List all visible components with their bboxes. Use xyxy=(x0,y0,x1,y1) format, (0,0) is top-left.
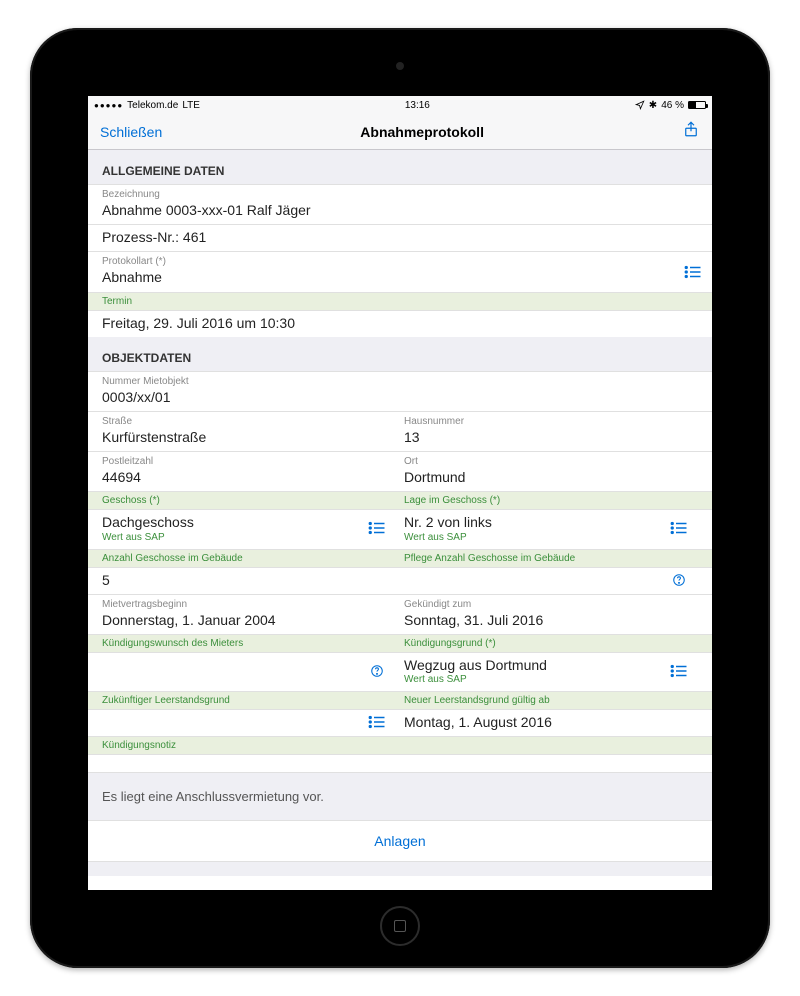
gekuendigt-value: Sonntag, 31. Juli 2016 xyxy=(404,611,698,629)
hausnr-label: Hausnummer xyxy=(404,415,698,428)
mvbeginn-value: Donnerstag, 1. Januar 2004 xyxy=(102,611,396,629)
mvbeginn-label: Mietvertragsbeginn xyxy=(102,598,396,611)
section-header-objekt: OBJEKTDATEN xyxy=(88,337,712,371)
strasse-value: Kurfürstenstraße xyxy=(102,428,396,446)
home-square-icon xyxy=(394,920,406,932)
network-label: LTE xyxy=(182,100,200,111)
row-prozess: Prozess-Nr.: 461 xyxy=(88,224,712,251)
battery-icon xyxy=(688,101,706,109)
row-anzahl-pflege[interactable]: 5 xyxy=(88,567,712,594)
prozess-value: Prozess-Nr.: 461 xyxy=(102,228,698,246)
status-bar: ●●●●● Telekom.de LTE 13:16 ✱ 46 % xyxy=(88,96,712,114)
hausnr-value: 13 xyxy=(404,428,698,446)
termin-label: Termin xyxy=(102,295,698,308)
row-mvbeginn-gekuendigt: Mietvertragsbeginn Donnerstag, 1. Januar… xyxy=(88,594,712,634)
row-geschoss-lage[interactable]: Dachgeschoss Wert aus SAP Nr. 2 von link… xyxy=(88,509,712,548)
kgrund-label: Kündigungsgrund (*) xyxy=(404,637,698,650)
location-icon xyxy=(635,100,645,110)
kgrund-value: Wegzug aus Dortmund xyxy=(404,656,698,674)
battery-pct: 46 % xyxy=(661,100,684,111)
nleer-value: Montag, 1. August 2016 xyxy=(404,713,698,731)
carrier-label: Telekom.de xyxy=(127,100,178,111)
hint-row: Es liegt eine Anschlussvermietung vor. xyxy=(88,772,712,821)
home-button[interactable] xyxy=(380,906,420,946)
geschoss-sub: Wert aus SAP xyxy=(102,532,396,544)
row-geschoss-lage-label: Geschoss (*) Lage im Geschoss (*) xyxy=(88,491,712,509)
row-termin[interactable]: Freitag, 29. Juli 2016 um 10:30 xyxy=(88,310,712,337)
section-header-general: ALLGEMEINE DATEN xyxy=(88,150,712,184)
ipad-frame: ●●●●● Telekom.de LTE 13:16 ✱ 46 % Schlie… xyxy=(30,28,770,968)
termin-value: Freitag, 29. Juli 2016 um 10:30 xyxy=(102,314,698,332)
geschoss-value: Dachgeschoss xyxy=(102,513,396,531)
help-icon[interactable] xyxy=(670,573,688,587)
geschoss-label: Geschoss (*) xyxy=(102,494,396,507)
anzahl-label: Anzahl Geschosse im Gebäude xyxy=(102,552,396,565)
protokollart-label: Protokollart (*) xyxy=(102,255,698,268)
row-knotiz[interactable] xyxy=(88,754,712,772)
lage-sub: Wert aus SAP xyxy=(404,532,698,544)
list-icon[interactable] xyxy=(670,521,688,535)
kwunsch-label: Kündigungswunsch des Mieters xyxy=(102,637,396,650)
page-title: Abnahmeprotokoll xyxy=(360,124,484,140)
close-button[interactable]: Schließen xyxy=(100,124,162,140)
row-plz-ort: Postleitzahl 44694 Ort Dortmund xyxy=(88,451,712,491)
list-icon[interactable] xyxy=(670,664,688,678)
row-nummer: Nummer Mietobjekt 0003/xx/01 xyxy=(88,371,712,411)
gekuendigt-label: Gekündigt zum xyxy=(404,598,698,611)
list-icon[interactable] xyxy=(368,715,386,729)
knotiz-label: Kündigungsnotiz xyxy=(102,739,698,752)
plz-value: 44694 xyxy=(102,468,396,486)
row-protokollart[interactable]: Protokollart (*) Abnahme xyxy=(88,251,712,291)
row-knotiz-label: Kündigungsnotiz xyxy=(88,736,712,754)
bezeichnung-value: Abnahme 0003-xxx-01 Ralf Jäger xyxy=(102,201,698,219)
row-zleer-nleer-label: Zukünftiger Leerstandsgrund Neuer Leerst… xyxy=(88,691,712,709)
bluetooth-icon: ✱ xyxy=(649,100,657,111)
bezeichnung-label: Bezeichnung xyxy=(102,188,698,201)
anzahl-value: 5 xyxy=(102,571,396,589)
screen: ●●●●● Telekom.de LTE 13:16 ✱ 46 % Schlie… xyxy=(88,96,712,890)
share-button[interactable] xyxy=(682,120,700,143)
share-icon xyxy=(682,120,700,138)
lage-label: Lage im Geschoss (*) xyxy=(404,494,698,507)
row-termin-label: Termin xyxy=(88,292,712,310)
list-icon[interactable] xyxy=(368,521,386,535)
lage-value: Nr. 2 von links xyxy=(404,513,698,531)
nummer-value: 0003/xx/01 xyxy=(102,388,698,406)
row-strasse-hausnr: Straße Kurfürstenstraße Hausnummer 13 xyxy=(88,411,712,451)
infoblatt-button[interactable]: Infoblatt xyxy=(88,876,712,890)
row-kwunsch-kgrund-label: Kündigungswunsch des Mieters Kündigungsg… xyxy=(88,634,712,652)
camera-icon xyxy=(396,62,404,70)
ort-value: Dortmund xyxy=(404,468,698,486)
plz-label: Postleitzahl xyxy=(102,455,396,468)
content[interactable]: ALLGEMEINE DATEN Bezeichnung Abnahme 000… xyxy=(88,150,712,890)
nav-bar: Schließen Abnahmeprotokoll xyxy=(88,114,712,150)
strasse-label: Straße xyxy=(102,415,396,428)
nummer-label: Nummer Mietobjekt xyxy=(102,375,698,388)
row-zleer-nleer[interactable]: Montag, 1. August 2016 xyxy=(88,709,712,736)
kgrund-sub: Wert aus SAP xyxy=(404,674,698,686)
help-icon[interactable] xyxy=(368,664,386,678)
spacer xyxy=(88,862,712,876)
nleer-label: Neuer Leerstandsgrund gültig ab xyxy=(404,694,698,707)
signal-icon: ●●●●● xyxy=(94,101,123,110)
status-time: 13:16 xyxy=(405,100,430,111)
zleer-label: Zukünftiger Leerstandsgrund xyxy=(102,694,396,707)
ort-label: Ort xyxy=(404,455,698,468)
row-bezeichnung[interactable]: Bezeichnung Abnahme 0003-xxx-01 Ralf Jäg… xyxy=(88,184,712,224)
row-anzahl-pflege-label: Anzahl Geschosse im Gebäude Pflege Anzah… xyxy=(88,549,712,567)
pflege-label: Pflege Anzahl Geschosse im Gebäude xyxy=(404,552,698,565)
row-kwunsch-kgrund[interactable]: Wegzug aus Dortmund Wert aus SAP xyxy=(88,652,712,691)
list-icon[interactable] xyxy=(684,265,702,279)
protokollart-value: Abnahme xyxy=(102,268,698,286)
anlagen-button[interactable]: Anlagen xyxy=(88,821,712,862)
